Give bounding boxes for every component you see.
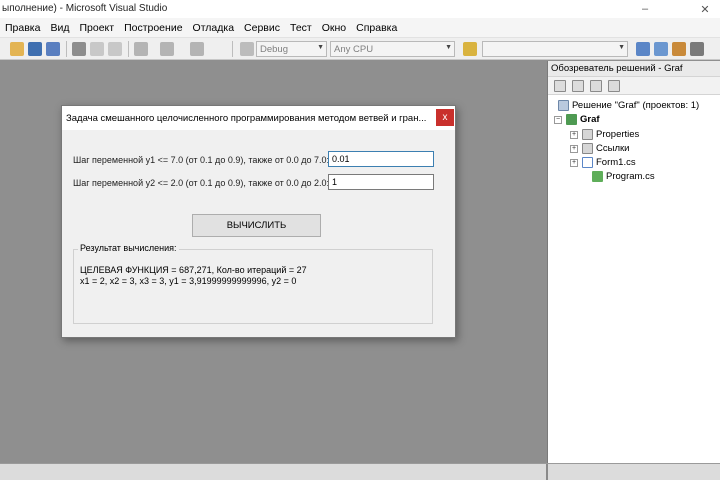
standard-toolbar: Debug ▼ Any CPU ▼ ▼ bbox=[0, 38, 720, 60]
chevron-down-icon: ▼ bbox=[618, 44, 625, 51]
tree-item-properties[interactable]: + Properties bbox=[570, 128, 639, 141]
tree-project[interactable]: − Graf bbox=[554, 113, 600, 126]
expand-icon[interactable]: + bbox=[570, 130, 578, 139]
close-window-icon[interactable]: ✕ bbox=[690, 0, 720, 18]
status-bar bbox=[0, 463, 720, 480]
result-objective: ЦЕЛЕВАЯ ФУНКЦИЯ = 687,271, Кол-во итерац… bbox=[80, 265, 307, 275]
undo-icon[interactable] bbox=[134, 42, 148, 56]
copy-icon[interactable] bbox=[90, 42, 104, 56]
configuration-value: Debug bbox=[260, 44, 288, 55]
menu-edit[interactable]: Правка bbox=[0, 22, 45, 34]
solution-label: Решение "Graf" (проектов: 1) bbox=[572, 100, 700, 111]
platform-select[interactable]: Any CPU ▼ bbox=[330, 41, 455, 57]
y1-step-input[interactable] bbox=[328, 151, 434, 167]
menu-build[interactable]: Построение bbox=[119, 22, 187, 34]
solution-explorer-title: Обозреватель решений - Graf bbox=[548, 61, 720, 77]
paste-icon[interactable] bbox=[108, 42, 122, 56]
menu-help[interactable]: Справка bbox=[351, 22, 402, 34]
dialog-titlebar: Задача смешанного целочисленного програм… bbox=[62, 106, 455, 130]
y1-step-label: Шаг переменной y1 <= 7.0 (от 0.1 до 0.9)… bbox=[73, 155, 330, 165]
tree-item-label: Properties bbox=[596, 129, 640, 140]
chevron-down-icon: ▼ bbox=[317, 44, 324, 51]
tree-item-label: Program.cs bbox=[606, 171, 655, 182]
solution-explorer-icon[interactable] bbox=[636, 42, 650, 56]
toolbox-icon[interactable] bbox=[672, 42, 686, 56]
solution-explorer-panel: Обозреватель решений - Graf Решение "Gra… bbox=[547, 61, 720, 463]
find-icon[interactable] bbox=[463, 42, 477, 56]
result-variables: x1 = 2, x2 = 3, x3 = 3, y1 = 3,919999999… bbox=[80, 276, 297, 286]
csharp-file-icon bbox=[592, 171, 603, 182]
form-file-icon bbox=[582, 157, 593, 168]
refresh-icon[interactable] bbox=[590, 80, 602, 92]
dialog-title: Задача смешанного целочисленного програм… bbox=[66, 113, 427, 124]
toolbar-separator bbox=[232, 41, 233, 57]
toolbar-separator bbox=[128, 41, 129, 57]
expand-icon[interactable]: + bbox=[570, 158, 578, 167]
tree-item-label: Ссылки bbox=[596, 143, 630, 154]
tree-item-program[interactable]: Program.cs bbox=[592, 170, 655, 183]
toolbar-separator bbox=[66, 41, 67, 57]
navigate-icon[interactable] bbox=[190, 42, 204, 56]
configuration-select[interactable]: Debug ▼ bbox=[256, 41, 327, 57]
show-all-files-icon[interactable] bbox=[572, 80, 584, 92]
menu-test[interactable]: Тест bbox=[285, 22, 317, 34]
menu-bar: Правка Вид Проект Построение Отладка Сер… bbox=[0, 18, 720, 38]
project-label: Graf bbox=[580, 114, 600, 125]
properties-icon[interactable] bbox=[554, 80, 566, 92]
redo-icon[interactable] bbox=[160, 42, 174, 56]
close-icon: x bbox=[442, 112, 448, 123]
find-combo[interactable]: ▼ bbox=[482, 41, 628, 57]
menu-view[interactable]: Вид bbox=[45, 22, 74, 34]
save-all-icon[interactable] bbox=[46, 42, 60, 56]
cut-icon[interactable] bbox=[72, 42, 86, 56]
tree-solution[interactable]: Решение "Graf" (проектов: 1) bbox=[558, 99, 699, 112]
properties-icon[interactable] bbox=[654, 42, 668, 56]
menu-tools[interactable]: Сервис bbox=[239, 22, 285, 34]
solution-icon bbox=[558, 100, 569, 111]
solution-tree: Решение "Graf" (проектов: 1) − Graf + Pr… bbox=[548, 95, 720, 182]
compute-button[interactable]: ВЫЧИСЛИТЬ bbox=[192, 214, 321, 237]
start-debug-icon[interactable] bbox=[240, 42, 254, 56]
platform-value: Any CPU bbox=[334, 44, 374, 55]
solution-explorer-toolbar bbox=[548, 77, 720, 95]
tree-item-references[interactable]: + Ссылки bbox=[570, 142, 629, 155]
expand-icon[interactable]: + bbox=[570, 144, 578, 153]
properties-folder-icon bbox=[582, 129, 593, 140]
chevron-down-icon: ▼ bbox=[445, 44, 452, 51]
result-label: Результат вычисления: bbox=[78, 243, 179, 253]
tree-item-label: Form1.cs bbox=[596, 157, 636, 168]
menu-window[interactable]: Окно bbox=[317, 22, 351, 34]
class-diagram-icon[interactable] bbox=[608, 80, 620, 92]
references-icon bbox=[582, 143, 593, 154]
open-folder-icon[interactable] bbox=[10, 42, 24, 56]
y2-step-input[interactable] bbox=[328, 174, 434, 190]
dialog-close-button[interactable]: x bbox=[436, 109, 454, 126]
minimize-icon[interactable]: – bbox=[630, 0, 660, 18]
window-titlebar: ыполнение) - Microsoft Visual Studio – ✕ bbox=[0, 0, 720, 18]
menu-project[interactable]: Проект bbox=[74, 22, 119, 34]
menu-debug[interactable]: Отладка bbox=[188, 22, 240, 34]
y2-step-label: Шаг переменной y2 <= 2.0 (от 0.1 до 0.9)… bbox=[73, 178, 330, 188]
window-title: ыполнение) - Microsoft Visual Studio bbox=[2, 3, 168, 14]
csharp-project-icon bbox=[566, 114, 577, 125]
options-icon[interactable] bbox=[690, 42, 704, 56]
app-dialog: Задача смешанного целочисленного програм… bbox=[61, 105, 456, 338]
save-icon[interactable] bbox=[28, 42, 42, 56]
collapse-icon[interactable]: − bbox=[554, 115, 562, 124]
tree-item-form1[interactable]: + Form1.cs bbox=[570, 156, 636, 169]
status-separator bbox=[546, 464, 548, 480]
